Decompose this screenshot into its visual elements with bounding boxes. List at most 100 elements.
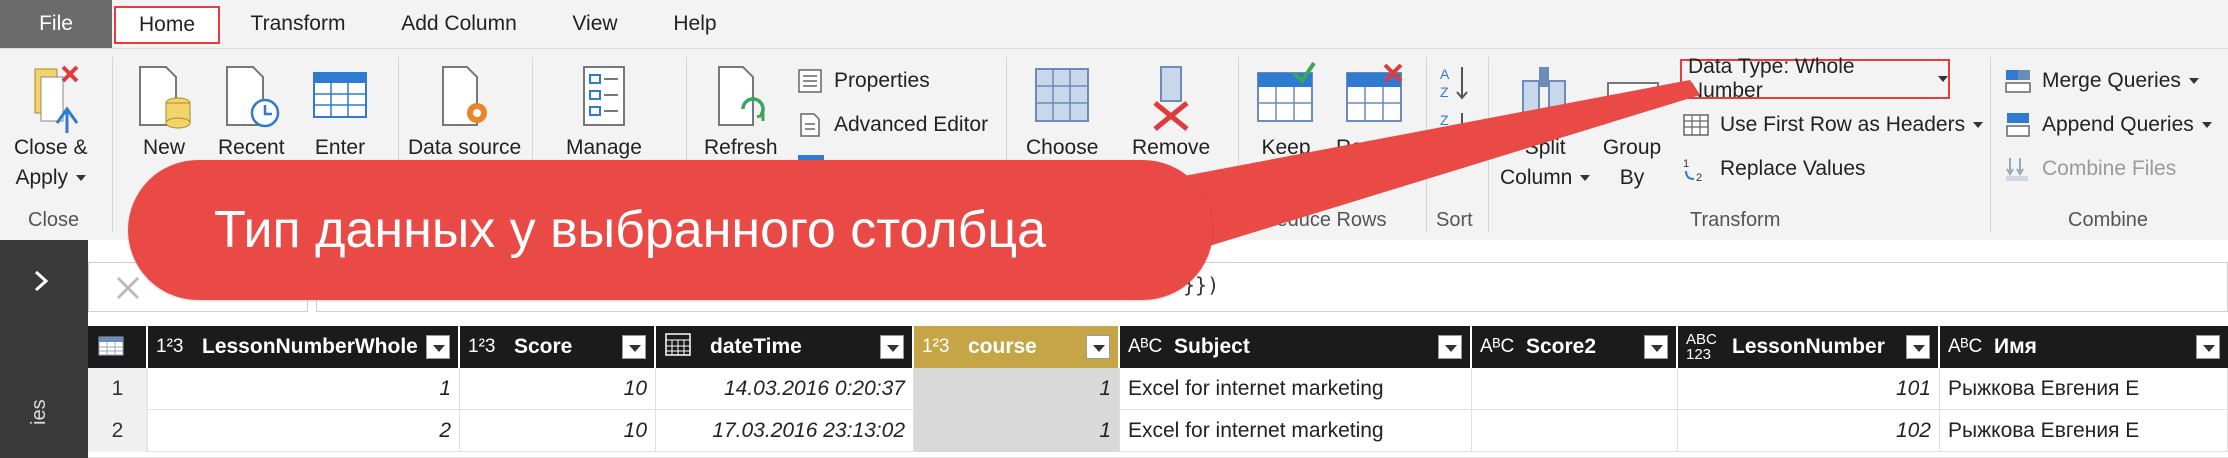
cell[interactable]: 1: [148, 368, 460, 410]
queries-pane[interactable]: ies: [0, 240, 88, 458]
chevron-down-icon: [76, 175, 87, 182]
column-header-lessonnumber[interactable]: ABC 123 LessonNumber: [1678, 326, 1940, 368]
data-type-label: Data Type: Whole Number: [1688, 55, 1855, 102]
choose-columns-label: Choose: [1026, 136, 1099, 159]
data-source-settings-button[interactable]: Data source: [408, 59, 521, 163]
column-header-score[interactable]: 1²3 Score: [460, 326, 656, 368]
tab-transform[interactable]: Transform: [240, 0, 356, 48]
cell[interactable]: [1472, 368, 1678, 410]
group-by-button[interactable]: Group By: [1600, 59, 1664, 193]
group-by-icon: [1600, 59, 1664, 133]
text-type-icon[interactable]: AᴮC: [1480, 336, 1516, 358]
refresh-preview-button[interactable]: Refresh: [704, 59, 778, 163]
enter-data-button[interactable]: Enter: [308, 59, 372, 163]
keep-rows-button[interactable]: Keep: [1254, 59, 1318, 163]
whole-number-type-icon[interactable]: 1²3: [156, 336, 192, 358]
table-row[interactable]: 2 2 10 17.03.2016 23:13:02 1 Excel for i…: [88, 410, 2228, 452]
filter-dropdown-icon[interactable]: [622, 335, 646, 359]
remove-columns-button[interactable]: Remove: [1132, 59, 1210, 163]
properties-button[interactable]: Properties: [796, 67, 930, 95]
tab-help[interactable]: Help: [662, 0, 728, 48]
data-type-dropdown[interactable]: Data Type: Whole Number: [1680, 55, 1950, 102]
manage-parameters-button[interactable]: Manage: [566, 59, 642, 163]
column-name: course: [968, 335, 1037, 358]
cell[interactable]: 10: [460, 368, 656, 410]
remove-rows-button[interactable]: Remove: [1336, 59, 1414, 163]
advanced-editor-button[interactable]: Advanced Editor: [796, 111, 988, 139]
choose-columns-button[interactable]: Choose: [1026, 59, 1098, 163]
chevron-down-icon: [2201, 122, 2212, 128]
new-source-icon: [132, 59, 196, 133]
chevron-down-icon: [2188, 78, 2199, 84]
filter-dropdown-icon[interactable]: [1438, 335, 1462, 359]
new-source-button[interactable]: New: [132, 59, 196, 163]
column-header-subject[interactable]: AᴮC Subject: [1120, 326, 1472, 368]
properties-label: Properties: [834, 69, 930, 92]
whole-number-type-icon[interactable]: 1²3: [468, 336, 504, 358]
svg-text:2: 2: [1696, 172, 1702, 183]
use-first-row-headers-button[interactable]: Use First Row as Headers: [1682, 111, 1984, 139]
menu-file[interactable]: File: [0, 0, 112, 48]
column-header-datetime[interactable]: dateTime: [656, 326, 914, 368]
cell[interactable]: 17.03.2016 23:13:02: [656, 410, 914, 452]
filter-dropdown-icon[interactable]: [2196, 335, 2220, 359]
merge-queries-label: Merge Queries: [2042, 69, 2181, 92]
cell[interactable]: 1: [914, 368, 1120, 410]
any-type-icon[interactable]: ABC 123: [1686, 332, 1722, 362]
tab-add-column[interactable]: Add Column: [386, 0, 532, 48]
sort-ascending-button[interactable]: AZ: [1440, 63, 1470, 103]
cell[interactable]: 101: [1678, 368, 1940, 410]
cell[interactable]: [1472, 410, 1678, 452]
close-apply-icon: [19, 59, 83, 133]
cell[interactable]: 10: [460, 410, 656, 452]
cell[interactable]: Рыжкова Евгения Е: [1940, 410, 2228, 452]
cell[interactable]: Рыжкова Евгения Е: [1940, 368, 2228, 410]
cell[interactable]: 102: [1678, 410, 1940, 452]
column-header-score2[interactable]: AᴮC Score2: [1472, 326, 1678, 368]
tab-view[interactable]: View: [560, 0, 630, 48]
cell[interactable]: 14.03.2016 0:20:37: [656, 368, 914, 410]
new-source-label: New: [142, 136, 185, 159]
merge-queries-button[interactable]: Merge Queries: [2004, 67, 2199, 95]
column-header-name[interactable]: AᴮC Имя: [1940, 326, 2228, 368]
combine-files-label: Combine Files: [2042, 157, 2177, 180]
text-type-icon[interactable]: AᴮC: [1948, 336, 1984, 358]
cell[interactable]: 2: [148, 410, 460, 452]
table-icon: [308, 59, 372, 133]
filter-dropdown-icon[interactable]: [1906, 335, 1930, 359]
properties-icon: [796, 67, 824, 95]
cell[interactable]: Excel for internet marketing: [1120, 410, 1472, 452]
cell[interactable]: Excel for internet marketing: [1120, 368, 1472, 410]
sort-descending-button[interactable]: ZA: [1440, 109, 1470, 149]
column-header-course[interactable]: 1²3 course: [914, 326, 1120, 368]
choose-columns-icon: [1030, 59, 1094, 133]
filter-dropdown-icon[interactable]: [426, 335, 450, 359]
combine-files-button[interactable]: Combine Files: [2004, 155, 2176, 183]
enter-data-label: Enter: [314, 136, 366, 159]
text-type-icon[interactable]: AᴮC: [1128, 336, 1164, 358]
chevron-right-icon[interactable]: [30, 270, 52, 292]
close-icon[interactable]: [115, 275, 141, 301]
cell[interactable]: 1: [914, 410, 1120, 452]
replace-values-button[interactable]: 12 Replace Values: [1682, 155, 1866, 184]
column-header-lessonnumberwhole[interactable]: 1²3 LessonNumberWhole: [148, 326, 460, 368]
recent-sources-button[interactable]: Recent: [218, 59, 285, 163]
menu-bar: File Home Transform Add Column View Help: [0, 0, 2228, 48]
row-index: 1: [88, 368, 148, 410]
group-label-transform: Transform: [1690, 209, 1781, 231]
chevron-down-icon: [1973, 122, 1984, 128]
filter-dropdown-icon[interactable]: [1086, 335, 1110, 359]
split-column-button[interactable]: Split Column: [1500, 59, 1591, 193]
filter-dropdown-icon[interactable]: [1644, 335, 1668, 359]
tab-home[interactable]: Home: [114, 6, 220, 44]
filter-dropdown-icon[interactable]: [880, 335, 904, 359]
queries-pane-label: ies: [28, 399, 50, 425]
grid-header-row: 1²3 LessonNumberWhole 1²3 Score dateTime…: [88, 326, 2228, 368]
table-menu-button[interactable]: [88, 326, 148, 368]
combine-files-icon: [2004, 155, 2032, 183]
calendar-type-icon[interactable]: [664, 331, 700, 363]
append-queries-button[interactable]: Append Queries: [2004, 111, 2212, 139]
whole-number-type-icon[interactable]: 1²3: [922, 336, 958, 358]
close-apply-button[interactable]: Close & Apply: [14, 59, 88, 193]
table-row[interactable]: 1 1 10 14.03.2016 0:20:37 1 Excel for in…: [88, 368, 2228, 410]
